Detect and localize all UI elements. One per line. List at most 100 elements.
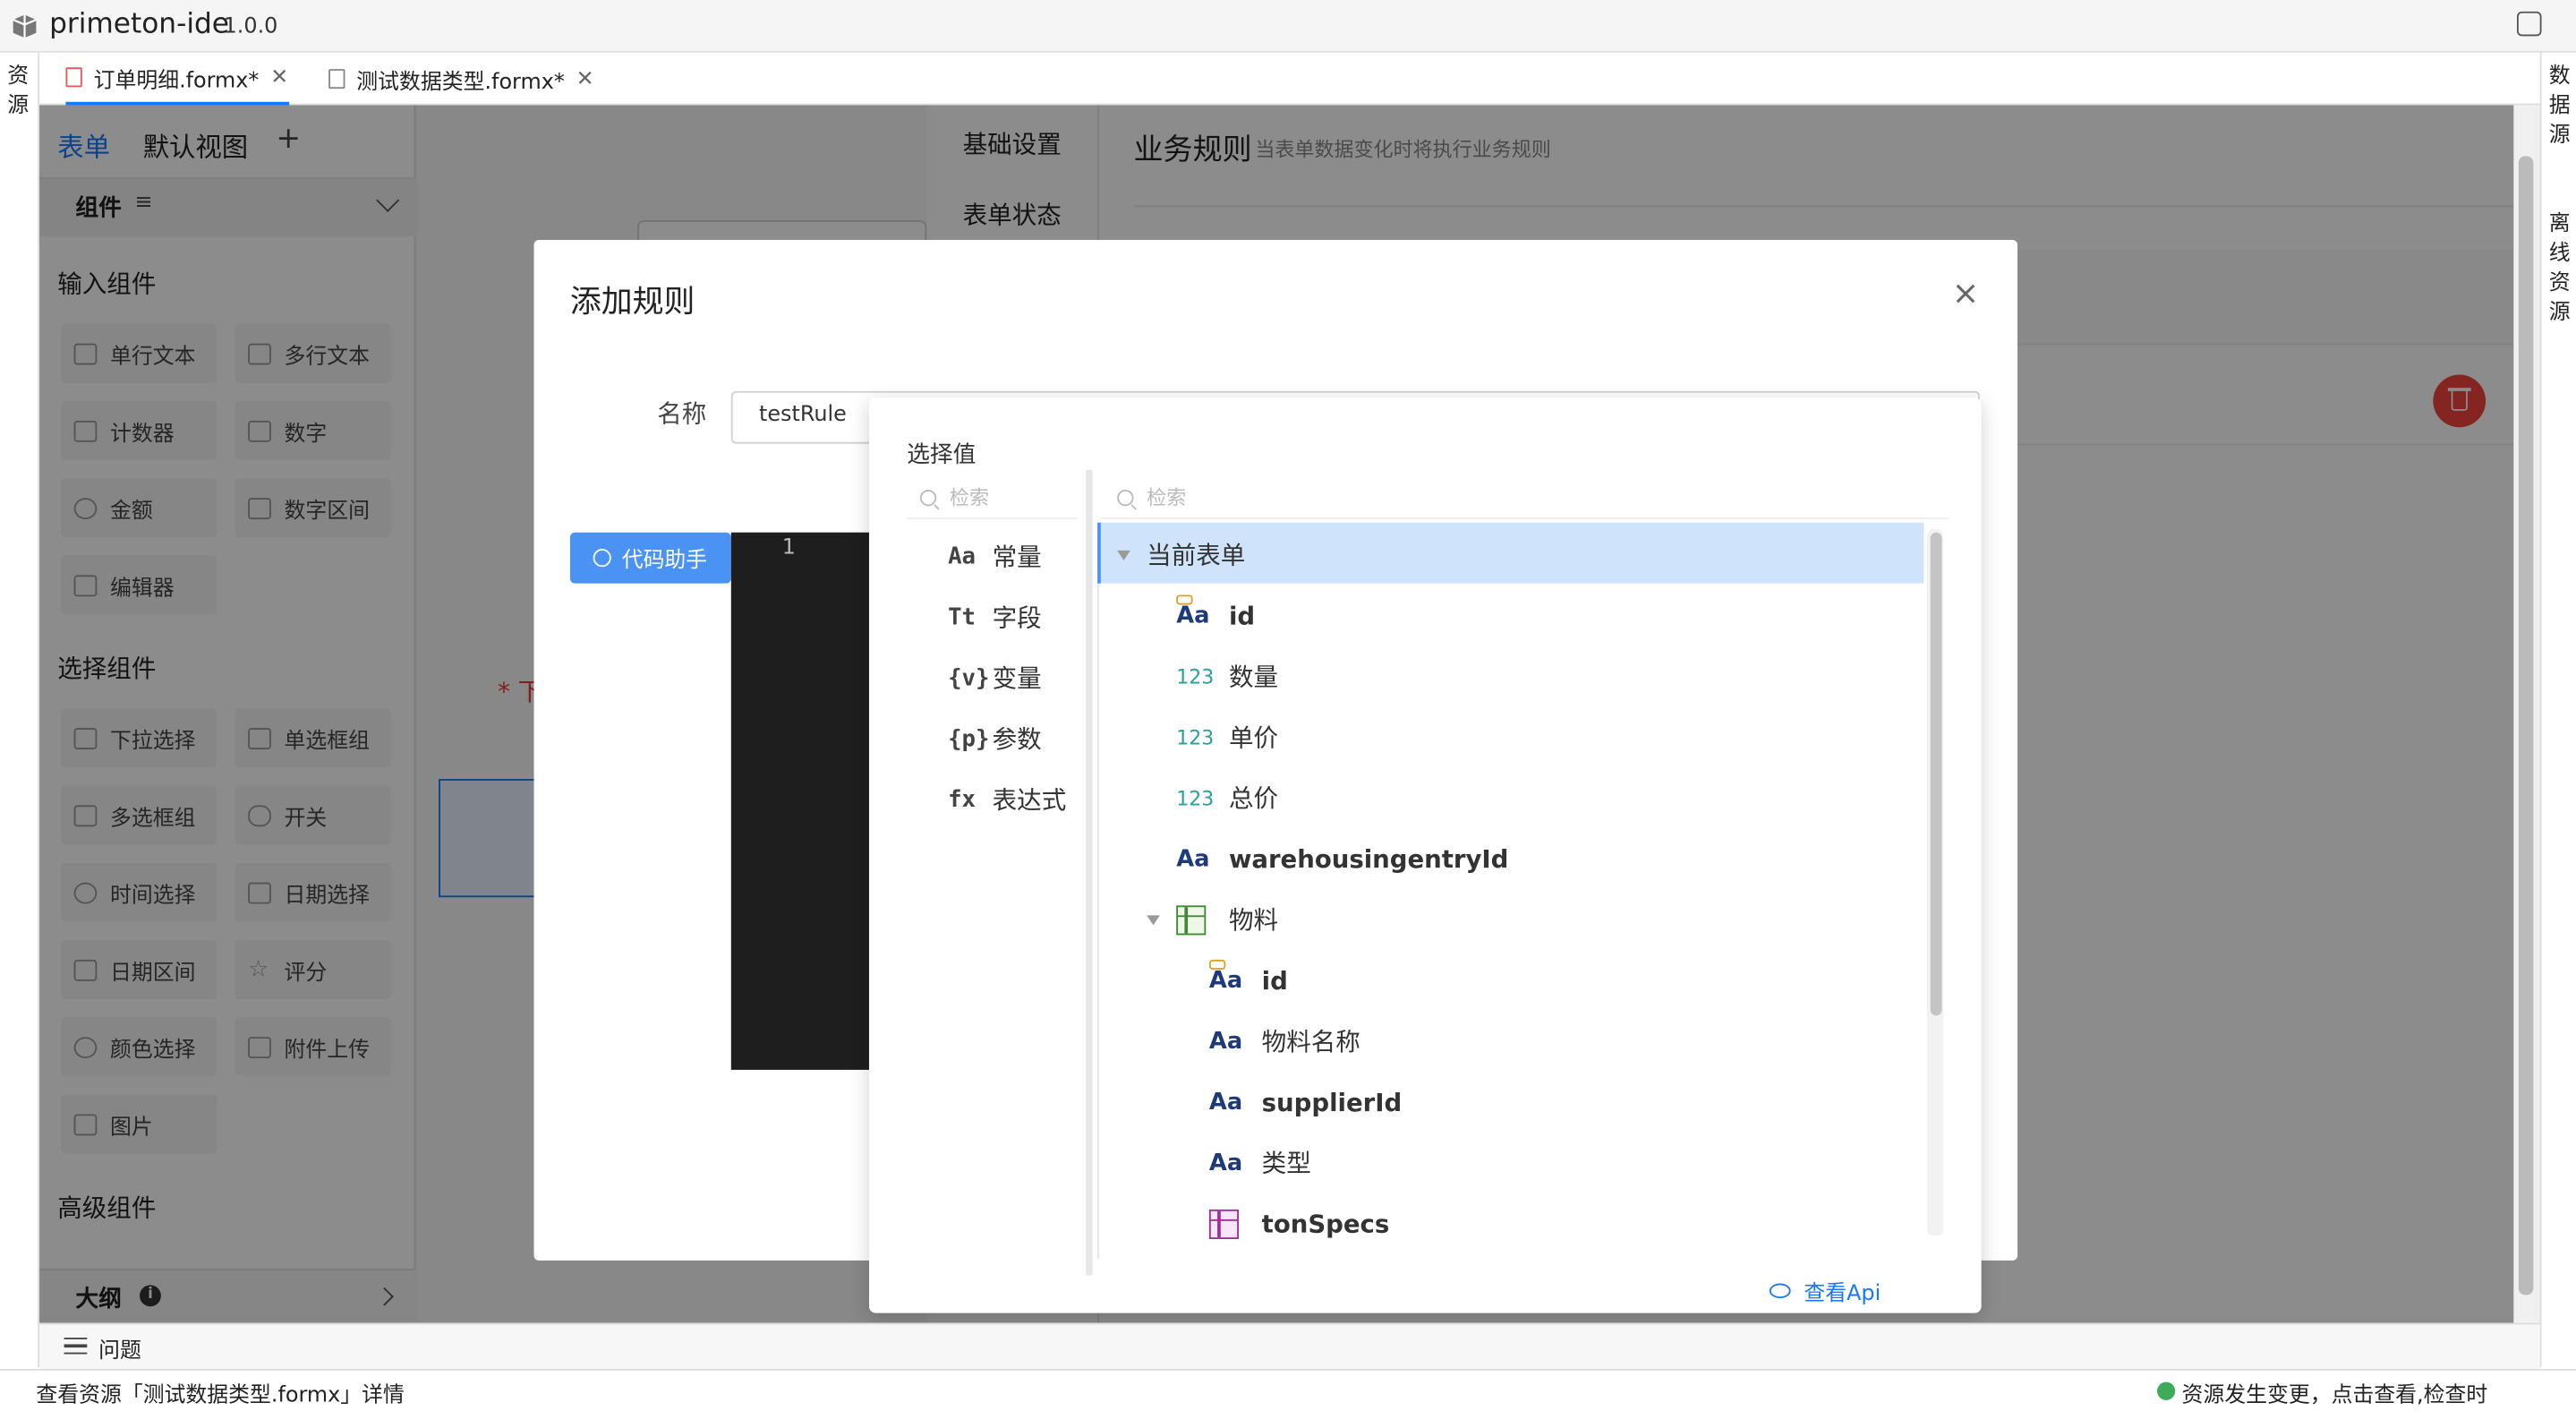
form-file-icon (65, 67, 82, 88)
tree-border (1097, 522, 1099, 1259)
view-api-link[interactable]: 查看Api (1769, 1275, 1881, 1307)
picker-title: 选择值 (907, 441, 977, 469)
assistant-icon (593, 549, 612, 568)
text-type-icon: Aa (1208, 1089, 1243, 1116)
app-name: primeton-ide (49, 8, 230, 41)
field-search-input[interactable]: 检索 (1100, 476, 1949, 520)
code-assistant-label: 代码助手 (621, 549, 708, 574)
close-tab-icon[interactable]: ✕ (576, 66, 594, 91)
type-item-parameter[interactable]: {p} 参数 (948, 722, 1042, 757)
close-icon[interactable]: × (1952, 273, 1980, 312)
type-label: 表达式 (992, 785, 1067, 816)
tree-node-field[interactable]: Aa supplierId (1209, 1072, 1402, 1133)
variable-icon: {v} (948, 664, 990, 691)
workspace-scrollbar-thumb[interactable] (2518, 156, 2534, 1296)
text-type-icon: Aa (1208, 1028, 1243, 1055)
tree-node-field[interactable]: 123 数量 (1176, 646, 1278, 706)
tree-scrollbar-thumb[interactable] (1930, 532, 1942, 1016)
status-indicator-icon (2157, 1381, 2176, 1400)
line-number: 1 (781, 535, 796, 560)
file-tab-test-types[interactable]: 测试数据类型.formx* ✕ (328, 53, 594, 106)
type-item-expression[interactable]: fx 表达式 (948, 782, 1066, 817)
parameter-icon: {p} (948, 725, 990, 752)
tree-node-label: warehousingentryId (1228, 843, 1509, 874)
caret-down-icon[interactable] (1117, 549, 1130, 560)
search-placeholder: 检索 (949, 486, 989, 510)
number-type-icon: 123 (1176, 664, 1215, 688)
form-file-icon (328, 69, 345, 90)
offline-resource-rail-tab[interactable]: 离线资源 (2546, 210, 2572, 329)
search-icon (1117, 489, 1134, 506)
problems-label: 问题 (98, 1338, 141, 1364)
tree-node-label: 当前表单 (1147, 540, 1246, 570)
tree-node-label: 物料 (1228, 905, 1279, 936)
right-rail: 数据源 离线资源 (2539, 52, 2576, 1368)
field-icon: Tt (948, 603, 977, 630)
window-save-icon[interactable] (2516, 11, 2542, 37)
number-type-icon: 123 (1176, 725, 1215, 749)
tree-node-label: supplierId (1261, 1087, 1403, 1117)
type-label: 变量 (992, 663, 1042, 694)
modal-title: 添加规则 (569, 284, 695, 321)
resource-rail-tab[interactable]: 资源 (5, 63, 31, 122)
type-label: 字段 (992, 603, 1042, 633)
number-type-icon: 123 (1176, 786, 1215, 809)
file-tab-bar: 订单明细.formx* ✕ 测试数据类型.formx* ✕ (39, 52, 2540, 106)
tree-node-label: 总价 (1228, 783, 1279, 814)
text-type-icon: Aa (1208, 1149, 1243, 1176)
type-label: 参数 (992, 724, 1042, 755)
subtable-icon (1176, 904, 1207, 935)
datasource-rail-tab[interactable]: 数据源 (2546, 63, 2572, 151)
tree-node-current-form[interactable]: 当前表单 (1117, 525, 1245, 586)
type-search-input[interactable]: 检索 (907, 476, 1079, 520)
file-tab-label: 订单明细.formx* (93, 68, 260, 93)
tree-node-label: 数量 (1228, 662, 1279, 692)
key-text-type-icon: Aa (1176, 594, 1229, 629)
tree-node-label: 单价 (1228, 723, 1279, 753)
key-text-type-icon: Aa (1208, 959, 1262, 994)
tree-node-field[interactable]: 123 单价 (1176, 706, 1278, 767)
tree-node-field[interactable]: Aa id (1176, 585, 1255, 646)
left-rail: 资源 (0, 52, 40, 1368)
caret-down-icon[interactable] (1147, 914, 1160, 925)
tree-node-label: tonSpecs (1261, 1209, 1390, 1239)
problems-bar[interactable] (39, 1322, 2540, 1369)
tree-node-material-group[interactable]: 物料 (1147, 889, 1278, 950)
rule-name-value: testRule (759, 402, 847, 428)
tree-node-label: id (1261, 965, 1288, 996)
list-icon (64, 1338, 88, 1355)
title-bar (0, 0, 2576, 53)
eye-icon (1769, 1283, 1791, 1299)
code-assistant-button[interactable]: 代码助手 (569, 532, 731, 584)
type-item-constant[interactable]: Aa 常量 (948, 539, 1042, 574)
type-item-variable[interactable]: {v} 变量 (948, 661, 1042, 696)
file-tab-label: 测试数据类型.formx* (356, 70, 565, 95)
tree-node-field[interactable]: Aa warehousingentryId (1176, 828, 1508, 889)
tree-node-field[interactable]: Aa id (1208, 950, 1288, 1011)
tree-node-field[interactable]: Aa 物料名称 (1209, 1011, 1361, 1072)
type-item-field[interactable]: Tt 字段 (948, 600, 1042, 635)
tree-node-label: 物料名称 (1261, 1027, 1361, 1057)
app-version: 1.0.0 (223, 14, 278, 40)
tree-node-label: 类型 (1261, 1149, 1311, 1179)
file-tab-order-detail[interactable]: 订单明细.formx* ✕ (65, 53, 289, 106)
status-resource-link[interactable]: 查看资源「测试数据类型.formx」详情 (36, 1377, 404, 1408)
tree-node-label: id (1228, 600, 1256, 630)
text-type-icon: Aa (1176, 845, 1210, 872)
subtable-icon (1208, 1209, 1239, 1239)
view-api-label: 查看Api (1804, 1281, 1881, 1307)
tree-node-field[interactable]: Aa 类型 (1209, 1133, 1311, 1193)
status-change-notice[interactable]: 资源发生变更，点击查看,检查时间:15:30 (2182, 1377, 2576, 1411)
tree-node-field[interactable]: tonSpecs (1208, 1193, 1390, 1254)
type-label: 常量 (992, 542, 1042, 572)
close-tab-icon[interactable]: ✕ (270, 65, 288, 90)
search-icon (919, 489, 937, 506)
name-label: 名称 (657, 399, 707, 430)
app-logo-icon (10, 12, 39, 41)
search-placeholder: 检索 (1147, 486, 1187, 510)
code-editor[interactable] (730, 532, 869, 1070)
function-icon: fx (948, 786, 977, 813)
tree-node-field[interactable]: 123 总价 (1176, 767, 1278, 828)
picker-divider[interactable] (1086, 469, 1093, 1276)
constant-icon: Aa (948, 543, 977, 570)
